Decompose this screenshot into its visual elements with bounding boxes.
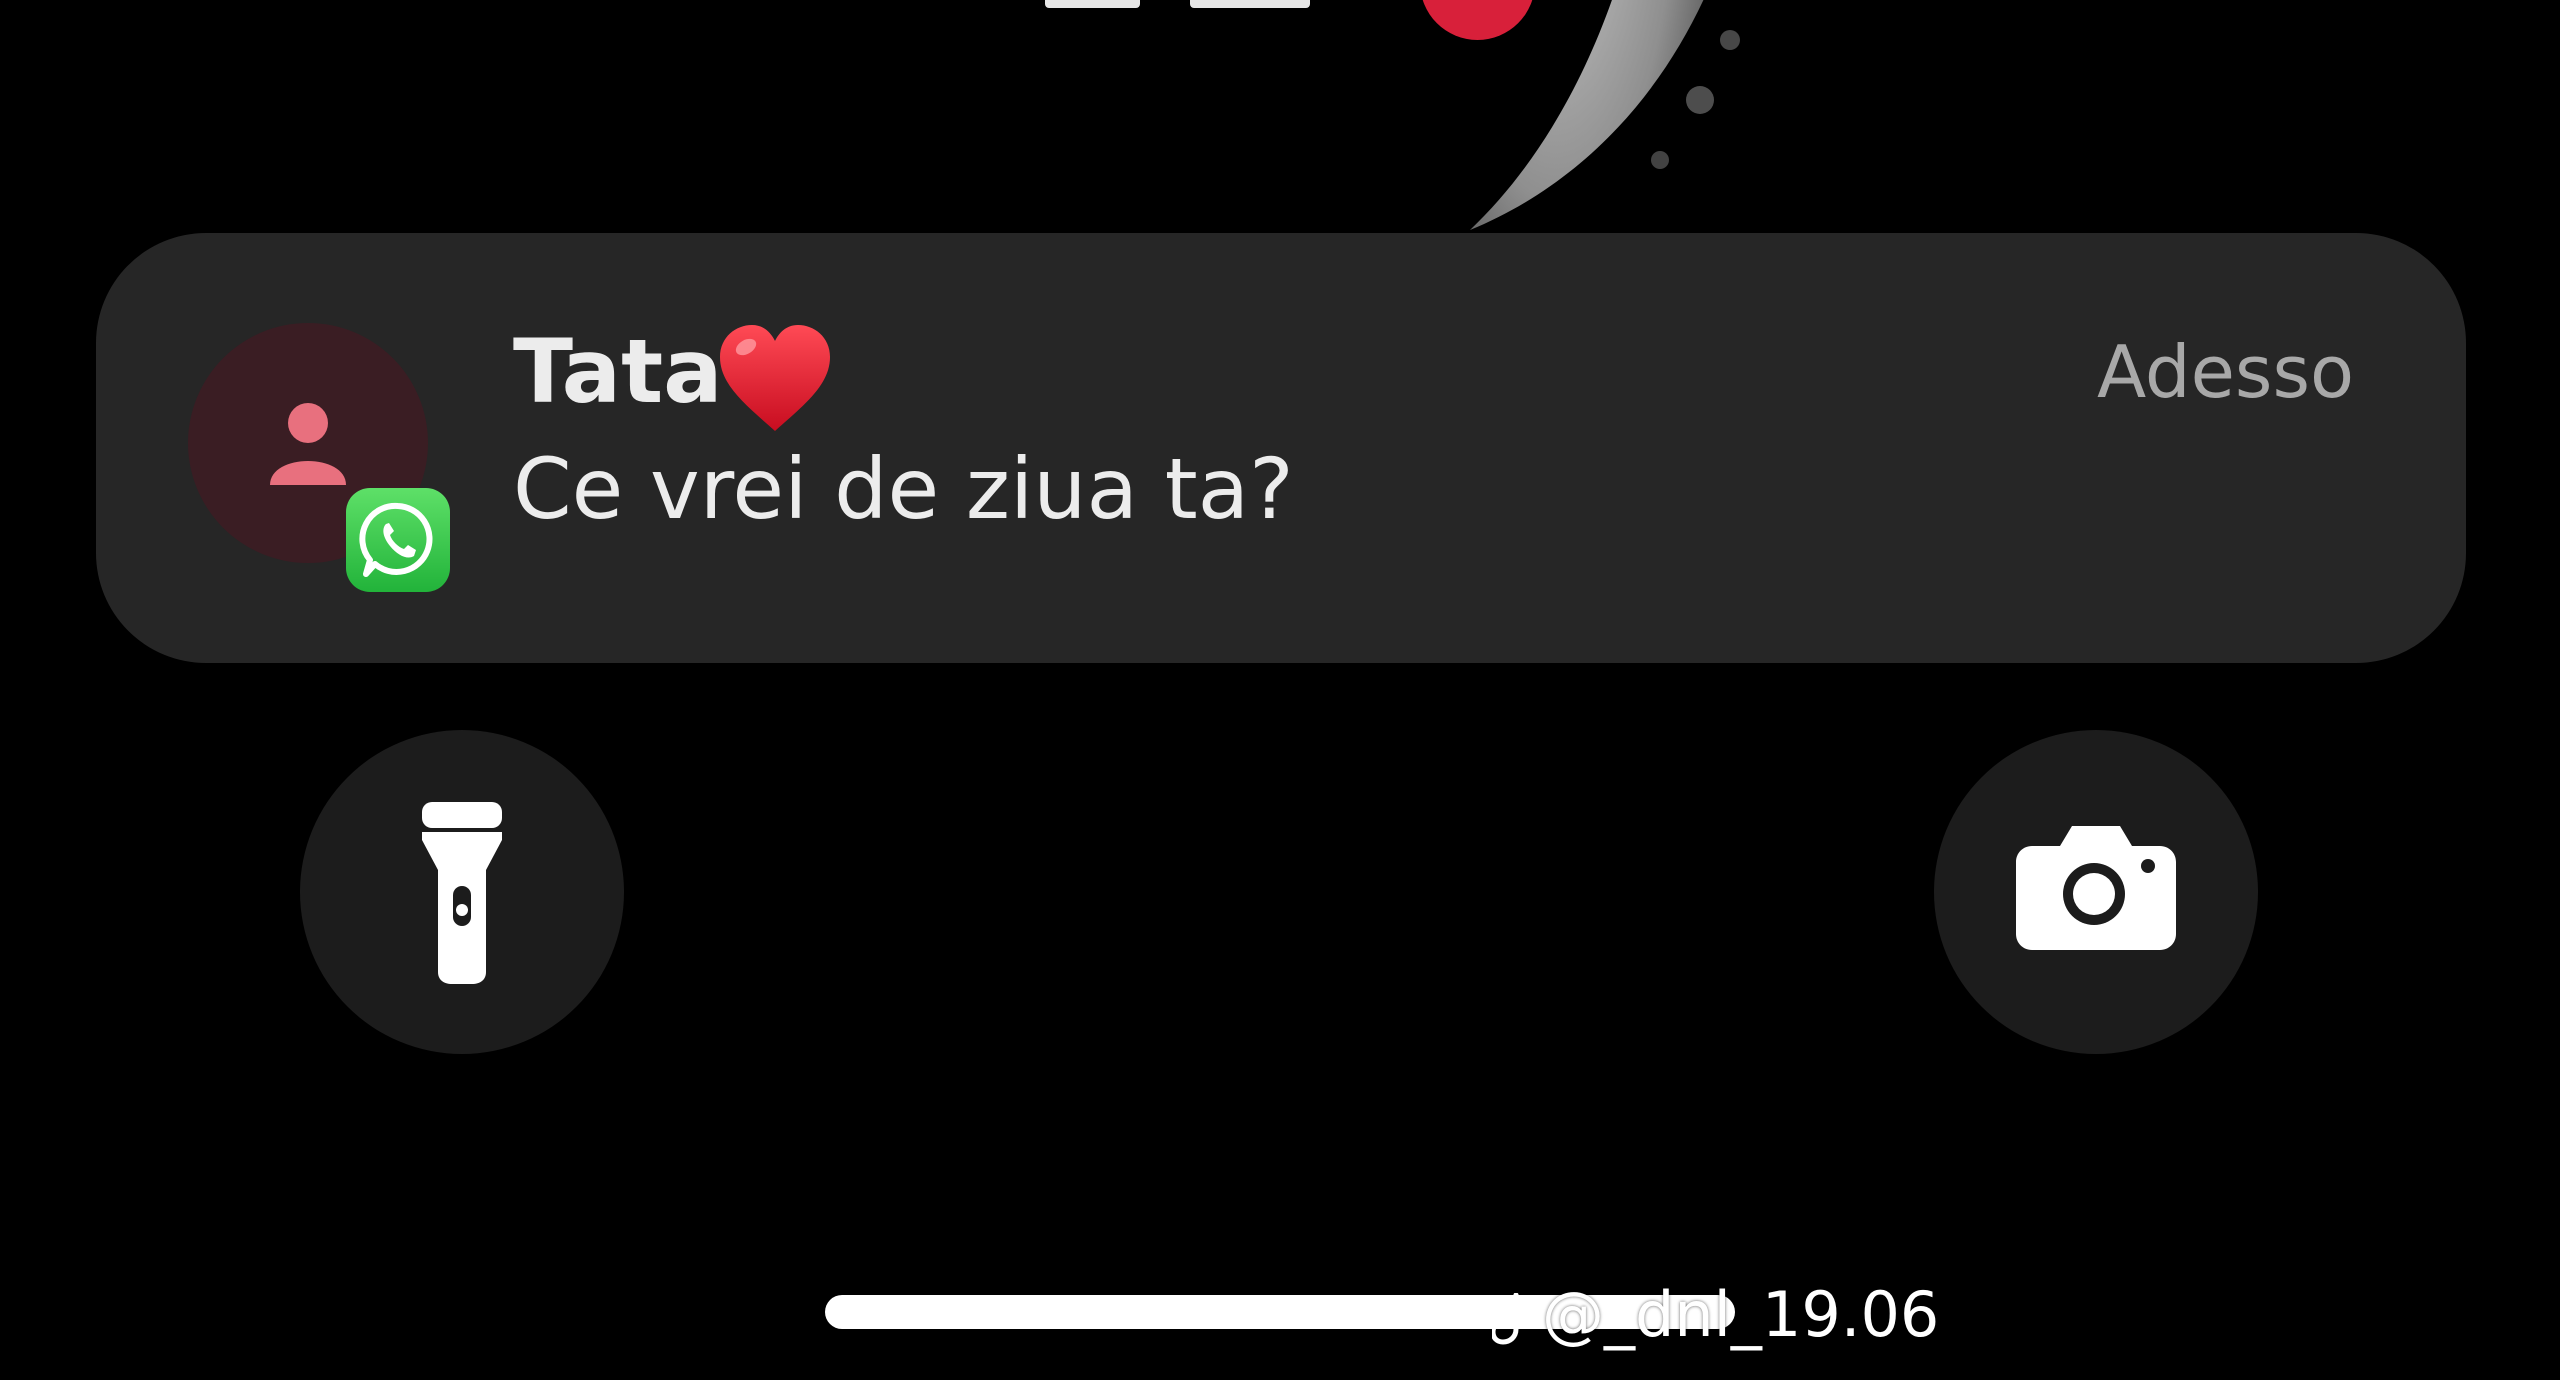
- heart-emoji-icon: [720, 325, 830, 431]
- camera-icon: [2016, 826, 2176, 950]
- whatsapp-icon: [346, 488, 450, 592]
- watermark-handle: @_dnl_19.06: [1542, 1278, 1940, 1351]
- person-icon: [270, 403, 346, 485]
- whatsapp-notification[interactable]: Tata Ce vrei de ziua ta? Adesso: [96, 233, 2466, 663]
- message-preview: Ce vrei de ziua ta?: [513, 440, 1294, 538]
- sender-name: Tata: [513, 320, 723, 423]
- clock-digit-fragment: [1190, 0, 1310, 8]
- lock-screen: Tata Ce vrei de ziua ta? Adesso @_dnl_19…: [0, 0, 2560, 1380]
- notification-time: Adesso: [2096, 330, 2354, 414]
- clock-digit-fragment: [1045, 0, 1140, 8]
- flashlight-button[interactable]: [300, 730, 624, 1054]
- wallpaper: [0, 0, 2560, 260]
- camera-button[interactable]: [1934, 730, 2258, 1054]
- tiktok-icon: [1492, 1292, 1536, 1345]
- tiktok-watermark: @_dnl_19.06: [1492, 1280, 1939, 1350]
- moon-image: [1470, 0, 1740, 230]
- flashlight-icon: [422, 802, 502, 984]
